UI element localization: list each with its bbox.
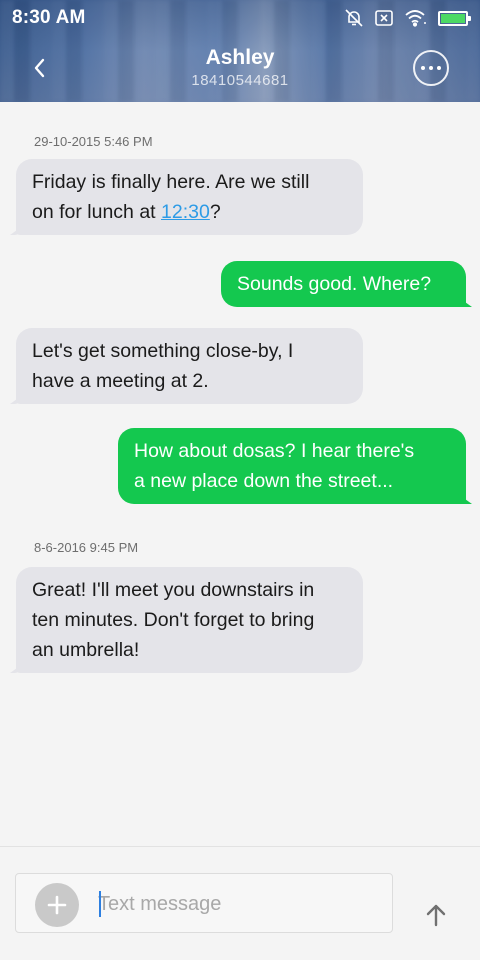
outgoing-message[interactable]: How about dosas? I hear there's a new pl…	[118, 428, 466, 504]
arrow-up-icon	[426, 904, 446, 927]
time-link[interactable]: 12:30	[161, 201, 210, 223]
contact-name[interactable]: Ashley	[0, 46, 480, 70]
message-line: Great! I'll meet you downstairs in	[32, 579, 315, 601]
incoming-message[interactable]: Friday is finally here. Are we still on …	[16, 159, 363, 235]
message-line: an umbrella!	[32, 639, 140, 661]
incoming-message[interactable]: Great! I'll meet you downstairs in ten m…	[16, 567, 363, 673]
add-attachment-button[interactable]	[35, 883, 79, 927]
message-line: Let's get something close-by, I	[32, 340, 294, 362]
status-bar: 8:30 AM	[0, 0, 480, 36]
message-line: on for lunch at	[32, 201, 161, 223]
text-cursor	[99, 891, 101, 917]
composer-bar	[0, 846, 480, 960]
wifi-icon	[404, 9, 428, 27]
timestamp: 8-6-2016 9:45 PM	[34, 540, 139, 555]
message-thread[interactable]: 29-10-2015 5:46 PM Friday is finally her…	[0, 102, 480, 846]
timestamp: 29-10-2015 5:46 PM	[34, 134, 153, 149]
message-line-suffix: ?	[209, 201, 221, 223]
more-options-button[interactable]	[413, 50, 449, 86]
status-icons	[344, 8, 471, 28]
more-horizontal-icon	[421, 66, 425, 70]
send-button[interactable]	[418, 897, 454, 933]
message-input[interactable]	[98, 888, 378, 920]
plus-icon	[47, 895, 67, 915]
message-line: a new place down the street...	[134, 470, 394, 492]
battery-icon	[438, 10, 471, 26]
message-line: ten minutes. Don't forget to bring	[32, 609, 315, 631]
message-line: How about dosas? I hear there's	[134, 440, 415, 462]
message-line: have a meeting at 2.	[32, 370, 209, 392]
mute-alarm-icon	[344, 8, 364, 28]
composer-box[interactable]	[15, 873, 393, 933]
incoming-message[interactable]: Let's get something close-by, I have a m…	[16, 328, 363, 404]
message-text: Sounds good. Where?	[237, 273, 432, 295]
message-line: Friday is finally here. Are we still	[32, 171, 310, 193]
outgoing-message[interactable]: Sounds good. Where?	[221, 261, 466, 307]
status-time: 8:30 AM	[12, 7, 86, 28]
sim-x-icon	[374, 9, 394, 27]
contact-number: 18410544681	[191, 72, 289, 89]
nav-bar: Ashley 18410544681	[0, 36, 480, 102]
conversation-header: 8:30 AM Ashley 18410544681	[0, 0, 480, 102]
